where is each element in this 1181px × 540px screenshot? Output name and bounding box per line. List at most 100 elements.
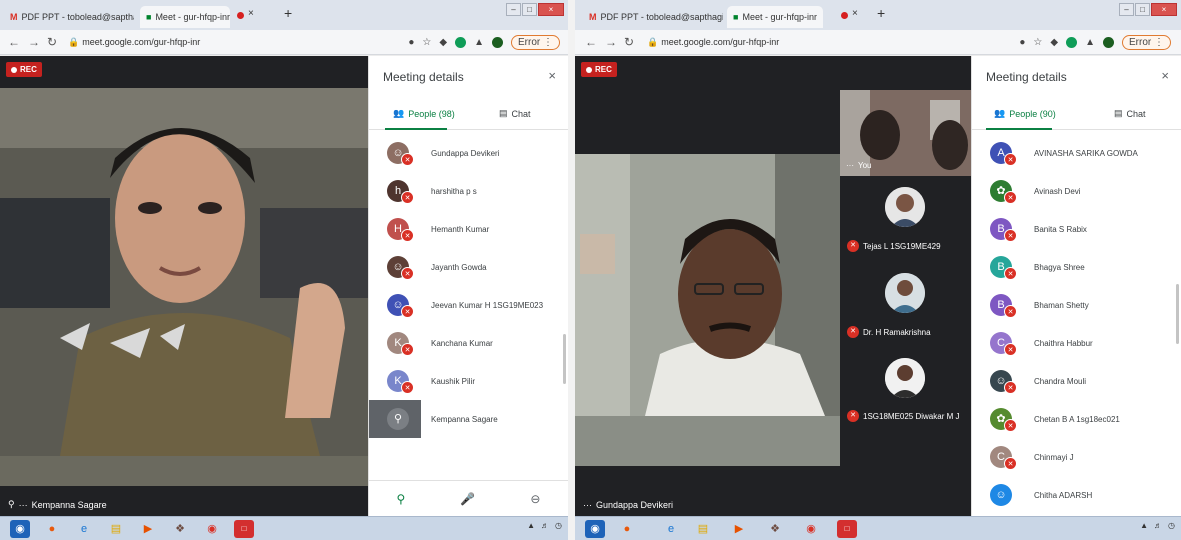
tool-icon[interactable]: ❖: [170, 520, 190, 538]
address-bar[interactable]: 🔒 meet.google.com/gur-hfqp-inr: [68, 37, 200, 48]
back-icon[interactable]: ←: [8, 35, 20, 49]
panel-close-icon[interactable]: ×: [1161, 68, 1169, 83]
start-button[interactable]: ◉: [10, 520, 30, 538]
chrome-icon[interactable]: ◉: [202, 520, 222, 538]
error-button[interactable]: Error ⋮: [1121, 35, 1171, 50]
scrollbar[interactable]: [1176, 284, 1179, 344]
list-item[interactable]: ☺ ✕ Jeevan Kumar H 1SG19ME023: [369, 286, 568, 324]
list-item[interactable]: ☺ ✕ Jayanth Gowda: [369, 248, 568, 286]
left-screenshot: M PDF PPT - tobolead@sapthagir.. x ■ Mee…: [0, 0, 568, 540]
tool-icon[interactable]: ❖: [765, 520, 785, 538]
extension-icon[interactable]: ◆: [439, 37, 447, 48]
back-icon[interactable]: ←: [585, 35, 597, 49]
list-item[interactable]: ☺ ✕ Gundappa Devikeri: [369, 134, 568, 172]
list-item[interactable]: ✿ ✕ Chetan B A 1sg18ec021: [972, 400, 1181, 438]
list-item[interactable]: H ✕ Hemanth Kumar: [369, 210, 568, 248]
start-button[interactable]: ◉: [585, 520, 605, 538]
list-item[interactable]: ✿ ✕ Avinash Devi: [972, 172, 1181, 210]
new-tab-button[interactable]: +: [284, 5, 292, 21]
folder-icon[interactable]: ▤: [693, 520, 713, 538]
window-close-button[interactable]: ×: [538, 3, 564, 16]
forward-icon[interactable]: →: [605, 35, 617, 49]
list-item[interactable]: h ✕ harshitha p s: [369, 172, 568, 210]
minimize-button[interactable]: –: [506, 3, 521, 16]
list-item[interactable]: C ✕ Chinmayi J: [972, 438, 1181, 476]
profile-avatar[interactable]: [491, 37, 503, 48]
remove-icon[interactable]: ⊖: [530, 492, 540, 506]
mic-off-icon: ✕: [401, 267, 414, 280]
extension-icon[interactable]: ◆: [1050, 37, 1058, 48]
puzzle-icon[interactable]: ▲: [1085, 37, 1095, 48]
list-item[interactable]: ⚲ Kempanna Sagare: [369, 400, 568, 438]
system-tray: ▲ ♬ ◷: [1140, 521, 1175, 530]
maximize-button[interactable]: □: [522, 3, 537, 16]
media-icon[interactable]: ▶: [729, 520, 749, 538]
extension-green-icon[interactable]: [1066, 37, 1078, 48]
extension-green-icon[interactable]: [455, 37, 467, 48]
reload-icon[interactable]: ↻: [47, 35, 57, 49]
chrome-icon[interactable]: ◉: [801, 520, 821, 538]
browser-tab-meet[interactable]: ■ Meet - gur-hfqp-inr: [140, 6, 230, 28]
address-bar[interactable]: 🔒 meet.google.com/gur-hfqp-inr: [647, 37, 779, 48]
avatar: [885, 273, 925, 313]
tab-chat[interactable]: ▤ Chat: [499, 108, 531, 119]
browser-tab-meet[interactable]: ■ Meet - gur-hfqp-inr: [727, 6, 823, 28]
tab-people[interactable]: 👥 People (98): [393, 108, 455, 119]
pin-icon[interactable]: ⚲: [397, 492, 406, 506]
window-controls: – □ ×: [1119, 3, 1177, 16]
list-item[interactable]: B ✕ Banita S Rabix: [972, 210, 1181, 248]
reload-icon[interactable]: ↻: [624, 35, 634, 49]
windows-taskbar: ◉ ● e ▤ ▶ ❖ ◉ □ ▲ ♬ ◷: [0, 516, 568, 540]
camera-icon[interactable]: ●: [408, 37, 414, 48]
avatar: ☺: [990, 484, 1012, 506]
tab-chat[interactable]: ▤ Chat: [1114, 108, 1146, 119]
list-item[interactable]: K ✕ Kaushik Pilir: [369, 362, 568, 400]
list-item[interactable]: C ✕ Chaithra Habbur: [972, 324, 1181, 362]
panel-tabs: 👥 People (90) ▤ Chat: [972, 102, 1181, 130]
media-icon[interactable]: ▶: [138, 520, 158, 538]
maximize-button[interactable]: □: [1135, 3, 1150, 16]
gmail-icon: M: [10, 11, 18, 22]
active-tab-indicator: [385, 128, 447, 130]
camera-icon[interactable]: ●: [1019, 37, 1025, 48]
more-dots-icon[interactable]: ···: [19, 500, 28, 510]
meet-icon: ■: [146, 11, 152, 22]
people-list: A ✕ AVINASHA SARIKA GOWDA ✿ ✕ Avinash De…: [972, 134, 1181, 516]
scrollbar[interactable]: [563, 334, 566, 384]
list-item[interactable]: A ✕ AVINASHA SARIKA GOWDA: [972, 134, 1181, 172]
firefox-icon[interactable]: ●: [617, 520, 637, 538]
pin-icon[interactable]: ⚲: [8, 499, 15, 510]
pin-icon[interactable]: ⚲: [387, 408, 409, 430]
system-tray: ▲ ♬ ◷: [527, 521, 562, 530]
star-icon[interactable]: ☆: [1033, 37, 1042, 48]
star-icon[interactable]: ☆: [422, 37, 431, 48]
minimize-button[interactable]: –: [1119, 3, 1134, 16]
more-dots-icon[interactable]: ···: [846, 161, 854, 170]
new-tab-button[interactable]: +: [877, 5, 885, 21]
window-close-button[interactable]: ×: [1151, 3, 1177, 16]
puzzle-icon[interactable]: ▲: [474, 37, 484, 48]
mic-icon[interactable]: 🎤: [460, 492, 475, 506]
list-item[interactable]: B ✕ Bhagya Shree: [972, 248, 1181, 286]
forward-icon[interactable]: →: [28, 35, 40, 49]
avatar: [885, 187, 925, 227]
firefox-icon[interactable]: ●: [42, 520, 62, 538]
folder-icon[interactable]: ▤: [106, 520, 126, 538]
more-dots-icon[interactable]: ···: [583, 500, 592, 510]
browser-tab-gmail[interactable]: M PDF PPT - tobolead@sapthagir.. x: [583, 6, 723, 28]
list-item[interactable]: B ✕ Bhaman Shetty: [972, 286, 1181, 324]
profile-avatar[interactable]: [1102, 37, 1114, 48]
list-item[interactable]: K ✕ Kanchana Kumar: [369, 324, 568, 362]
list-item[interactable]: ☺ ✕ Chandra Mouli: [972, 362, 1181, 400]
ie-icon[interactable]: e: [661, 520, 681, 538]
pdf-icon[interactable]: □: [837, 520, 857, 538]
browser-tab-gmail[interactable]: M PDF PPT - tobolead@sapthagir.. x: [4, 6, 134, 28]
list-item[interactable]: ☺ Chitha ADARSH: [972, 476, 1181, 514]
tab-people[interactable]: 👥 People (90): [994, 108, 1056, 119]
tab-close-icon[interactable]: ×: [248, 8, 254, 19]
tab-close-icon[interactable]: ×: [852, 8, 858, 19]
pdf-icon[interactable]: □: [234, 520, 254, 538]
panel-close-icon[interactable]: ×: [548, 68, 556, 83]
ie-icon[interactable]: e: [74, 520, 94, 538]
error-button[interactable]: Error ⋮: [510, 35, 560, 50]
